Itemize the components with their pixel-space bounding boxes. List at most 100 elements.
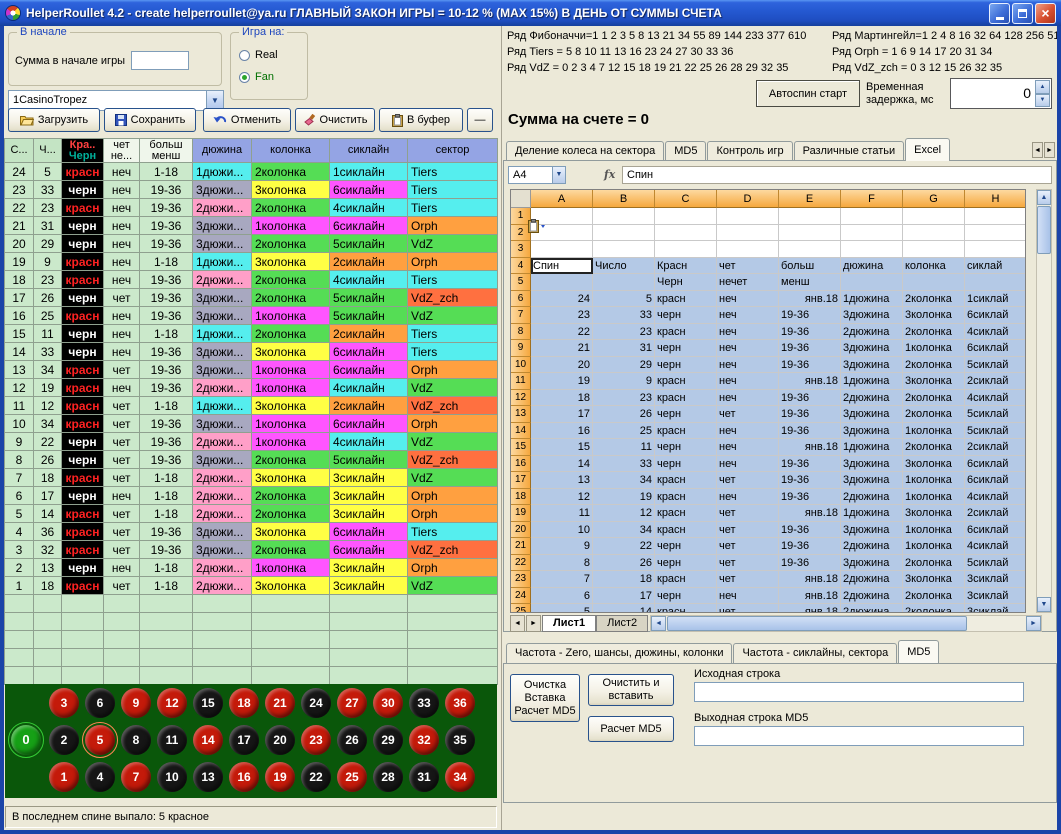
- tab-freq-chances[interactable]: Частота - Zero, шансы, дюжины, колонки: [506, 643, 732, 663]
- wheel-number-30[interactable]: 30: [373, 688, 403, 718]
- wheel-number-6[interactable]: 6: [85, 688, 115, 718]
- excel-row-header-4[interactable]: 4: [511, 258, 531, 275]
- wheel-number-11[interactable]: 11: [157, 725, 187, 755]
- excel-cell-A9[interactable]: 21: [531, 340, 593, 357]
- excel-cell-E8[interactable]: 19-36: [779, 324, 841, 341]
- wheel-number-25[interactable]: 25: [337, 762, 367, 792]
- excel-cell-A25[interactable]: 5: [531, 604, 593, 613]
- excel-cell-G9[interactable]: 1колонка: [903, 340, 965, 357]
- excel-row-header-14[interactable]: 14: [511, 423, 531, 440]
- excel-cell-A10[interactable]: 20: [531, 357, 593, 374]
- excel-cell-H10[interactable]: 5сиклай: [965, 357, 1026, 374]
- excel-cell-D25[interactable]: чет: [717, 604, 779, 613]
- wheel-number-1[interactable]: 1: [49, 762, 79, 792]
- spin-down-icon[interactable]: ▼: [1035, 94, 1050, 108]
- excel-cell-G23[interactable]: 3колонка: [903, 571, 965, 588]
- excel-row-header-16[interactable]: 16: [511, 456, 531, 473]
- excel-row-header-10[interactable]: 10: [511, 357, 531, 374]
- md5-source-input[interactable]: [694, 682, 1024, 702]
- excel-cell-B2[interactable]: [593, 225, 655, 242]
- excel-cell-C21[interactable]: черн: [655, 538, 717, 555]
- excel-col-header-D[interactable]: D: [717, 190, 779, 208]
- excel-row-header-6[interactable]: 6: [511, 291, 531, 308]
- excel-cell-B7[interactable]: 33: [593, 307, 655, 324]
- excel-cell-F16[interactable]: 3дюжина: [841, 456, 903, 473]
- excel-cell-D5[interactable]: нечет: [717, 274, 779, 291]
- excel-cell-C18[interactable]: красн: [655, 489, 717, 506]
- excel-cell-E16[interactable]: 19-36: [779, 456, 841, 473]
- excel-cell-G18[interactable]: 1колонка: [903, 489, 965, 506]
- excel-cell-C22[interactable]: черн: [655, 555, 717, 572]
- excel-cell-D15[interactable]: неч: [717, 439, 779, 456]
- excel-cell-G8[interactable]: 2колонка: [903, 324, 965, 341]
- excel-cell-E12[interactable]: 19-36: [779, 390, 841, 407]
- excel-cell-B16[interactable]: 33: [593, 456, 655, 473]
- excel-cell-H5[interactable]: [965, 274, 1026, 291]
- excel-cell-E14[interactable]: 19-36: [779, 423, 841, 440]
- excel-col-header-E[interactable]: E: [779, 190, 841, 208]
- wheel-number-26[interactable]: 26: [337, 725, 367, 755]
- excel-cell-C12[interactable]: красн: [655, 390, 717, 407]
- sheet-tab-list1[interactable]: Лист1: [542, 615, 596, 632]
- excel-cell-A7[interactable]: 23: [531, 307, 593, 324]
- scroll-up-icon[interactable]: ▲: [1037, 190, 1051, 205]
- excel-cell-F20[interactable]: 3дюжина: [841, 522, 903, 539]
- start-sum-input[interactable]: [131, 51, 189, 70]
- excel-cell-E13[interactable]: 19-36: [779, 406, 841, 423]
- excel-cell-B18[interactable]: 19: [593, 489, 655, 506]
- excel-cell-E11[interactable]: янв.18: [779, 373, 841, 390]
- excel-cell-C8[interactable]: красн: [655, 324, 717, 341]
- wheel-number-9[interactable]: 9: [121, 688, 151, 718]
- excel-cell-D22[interactable]: чет: [717, 555, 779, 572]
- excel-cell-H18[interactable]: 4сиклай: [965, 489, 1026, 506]
- excel-cell-C15[interactable]: черн: [655, 439, 717, 456]
- wheel-number-0[interactable]: 0: [11, 725, 41, 755]
- cell-name-box[interactable]: A4 ▼: [508, 166, 566, 184]
- copy-to-buffer-button[interactable]: В буфер: [379, 108, 463, 132]
- excel-cell-B17[interactable]: 34: [593, 472, 655, 489]
- wheel-number-36[interactable]: 36: [445, 688, 475, 718]
- excel-cell-B14[interactable]: 25: [593, 423, 655, 440]
- excel-cell-E9[interactable]: 19-36: [779, 340, 841, 357]
- excel-cell-H2[interactable]: [965, 225, 1026, 242]
- excel-cell-H15[interactable]: 2сиклай: [965, 439, 1026, 456]
- excel-cell-B9[interactable]: 31: [593, 340, 655, 357]
- load-button[interactable]: Загрузить: [8, 108, 100, 132]
- excel-cell-G19[interactable]: 3колонка: [903, 505, 965, 522]
- tab-wheel-sectors[interactable]: Деление колеса на сектора: [506, 141, 664, 161]
- excel-cell-G25[interactable]: 2колонка: [903, 604, 965, 613]
- excel-cell-G15[interactable]: 2колонка: [903, 439, 965, 456]
- radio-real[interactable]: Real: [239, 49, 278, 61]
- excel-cell-F2[interactable]: [841, 225, 903, 242]
- excel-cell-D4[interactable]: чет: [717, 258, 779, 275]
- autospin-start-button[interactable]: Автоспин старт: [756, 80, 860, 107]
- excel-cell-H20[interactable]: 6сиклай: [965, 522, 1026, 539]
- excel-cell-A20[interactable]: 10: [531, 522, 593, 539]
- wheel-number-15[interactable]: 15: [193, 688, 223, 718]
- excel-cell-E23[interactable]: янв.18: [779, 571, 841, 588]
- excel-cell-G1[interactable]: [903, 208, 965, 225]
- excel-cell-C25[interactable]: красн: [655, 604, 717, 613]
- excel-row-header-11[interactable]: 11: [511, 373, 531, 390]
- excel-cell-D17[interactable]: чет: [717, 472, 779, 489]
- excel-col-header-C[interactable]: C: [655, 190, 717, 208]
- excel-cell-G17[interactable]: 1колонка: [903, 472, 965, 489]
- excel-cell-B19[interactable]: 12: [593, 505, 655, 522]
- excel-cell-D9[interactable]: неч: [717, 340, 779, 357]
- excel-cell-D24[interactable]: неч: [717, 588, 779, 605]
- md5-calc-button[interactable]: Расчет MD5: [588, 716, 674, 742]
- excel-cell-F11[interactable]: 1дюжина: [841, 373, 903, 390]
- excel-row-header-18[interactable]: 18: [511, 489, 531, 506]
- excel-row-header-19[interactable]: 19: [511, 505, 531, 522]
- wheel-number-24[interactable]: 24: [301, 688, 331, 718]
- sheet-tab-list2[interactable]: Лист2: [596, 615, 648, 632]
- wheel-number-32[interactable]: 32: [409, 725, 439, 755]
- excel-cell-G2[interactable]: [903, 225, 965, 242]
- tab-md5[interactable]: MD5: [665, 141, 706, 161]
- excel-cell-E24[interactable]: янв.18: [779, 588, 841, 605]
- excel-cell-A3[interactable]: [531, 241, 593, 258]
- excel-row-header-22[interactable]: 22: [511, 555, 531, 572]
- sheet-nav-right-icon[interactable]: ►: [526, 615, 541, 632]
- excel-cell-E7[interactable]: 19-36: [779, 307, 841, 324]
- maximize-button[interactable]: [1012, 3, 1033, 24]
